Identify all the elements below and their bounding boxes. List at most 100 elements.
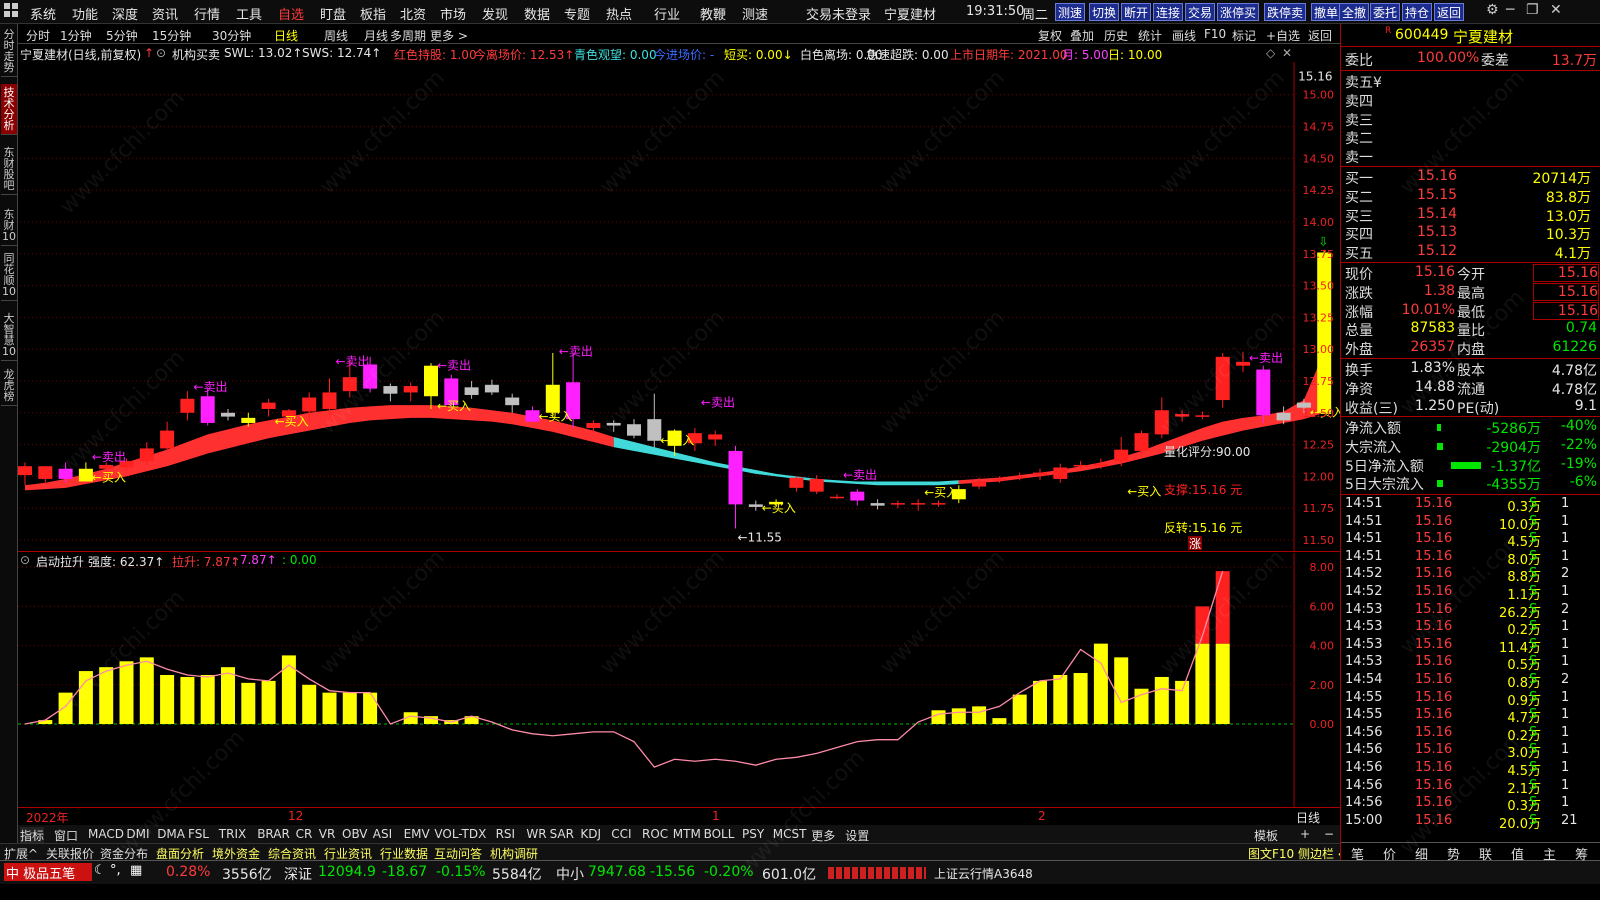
indicator-tab[interactable]: ASI — [373, 827, 392, 841]
period-tab[interactable]: 1分钟 — [60, 27, 92, 44]
quote-panel-tab[interactable]: 主 — [1543, 844, 1556, 863]
chart-tool[interactable]: 历史 — [1104, 27, 1128, 44]
indicator-tab[interactable]: BOLL — [704, 827, 735, 841]
chart-close-icon[interactable]: ✕ — [1282, 46, 1292, 60]
indicator-bar-control[interactable]: 模板 — [1254, 827, 1278, 844]
sz-label[interactable]: 深证 — [284, 864, 312, 884]
stock-name[interactable]: 宁夏建材 — [1453, 26, 1513, 47]
menu-item[interactable]: 自选 — [278, 4, 304, 23]
indicator-tab[interactable]: DMI — [126, 827, 149, 841]
indicator-bar-control[interactable]: + — [1300, 827, 1310, 841]
menu-item[interactable]: 板指 — [360, 4, 386, 23]
chart-tool[interactable]: 画线 — [1172, 27, 1196, 44]
menu-item[interactable]: 资讯 — [152, 4, 178, 23]
app-grid-icon[interactable] — [4, 3, 18, 17]
menu-item[interactable]: 行业 — [654, 4, 680, 23]
restore-icon[interactable]: ❐ — [1526, 2, 1539, 18]
left-tab[interactable]: 东财股吧 — [1, 144, 17, 195]
indicator-tab[interactable]: WR — [526, 827, 546, 841]
zx-label[interactable]: 中小 — [556, 864, 584, 884]
ime-punct-icon[interactable]: °, — [110, 863, 121, 878]
quick-button[interactable]: 撤单 — [1311, 3, 1342, 21]
menu-item[interactable]: 功能 — [72, 4, 98, 23]
menu-item[interactable]: 教鞭 — [700, 4, 726, 23]
indicator-tab[interactable]: OBV — [342, 827, 368, 841]
left-tab[interactable]: 大智慧10 — [1, 310, 17, 361]
left-tab[interactable]: 东财10 — [1, 206, 17, 246]
menu-item[interactable]: 行情 — [194, 4, 220, 23]
close-icon[interactable]: ✕ — [1550, 2, 1562, 18]
indicator-tab[interactable]: BRAR — [257, 827, 290, 841]
menu-item[interactable]: 发现 — [482, 4, 508, 23]
quote-panel-tab[interactable]: 价 — [1383, 844, 1396, 863]
diamond-icon[interactable]: ◇ — [1266, 46, 1275, 60]
indicator-tab[interactable]: PSY — [742, 827, 764, 841]
ime-moon-icon[interactable]: ☾ — [94, 863, 106, 878]
menu-item[interactable]: 深度 — [112, 4, 138, 23]
left-tab[interactable]: 龙虎榜 — [1, 366, 17, 406]
menu-item[interactable]: 系统 — [30, 4, 56, 23]
quick-button[interactable]: 返回 — [1434, 3, 1465, 21]
menu-item[interactable]: 热点 — [606, 4, 632, 23]
left-tab[interactable]: 同花顺10 — [1, 250, 17, 301]
period-tab[interactable]: 更多 > — [430, 27, 468, 44]
indicator-tab[interactable]: SAR — [550, 827, 574, 841]
quote-panel-tab[interactable]: 值 — [1511, 844, 1524, 863]
x-period-label[interactable]: 日线 — [1296, 809, 1320, 826]
quote-panel-tab[interactable]: 势 — [1447, 844, 1460, 863]
trade-login-link[interactable]: 交易未登录 — [806, 4, 871, 23]
chart-tool[interactable]: 复权 — [1038, 27, 1062, 44]
sub-dropdown-icon[interactable]: ⊙ — [20, 553, 30, 567]
chart-tool[interactable]: F10 — [1204, 27, 1226, 41]
buy-level-row[interactable]: 买二 15.15 83.8万 — [1341, 187, 1600, 206]
minimize-icon[interactable]: ─ — [1506, 2, 1514, 18]
quick-button[interactable]: 切换 — [1089, 3, 1120, 21]
indicator-tab[interactable]: KDJ — [580, 827, 601, 841]
candlestick-chart[interactable]: ←卖出 ←买入 ←卖出 ←买入 ←卖出 ←卖出 ←买入 ←买入 ←卖出 ←卖出 ←买入 ←买入 ←卖出 ←… — [18, 62, 1427, 552]
indicator-tab[interactable]: MTM — [673, 827, 701, 841]
period-tab[interactable]: 15分钟 — [152, 27, 191, 44]
stock-name-link[interactable]: 宁夏建材 — [884, 4, 936, 23]
chart-tool[interactable]: 叠加 — [1070, 27, 1094, 44]
menu-item[interactable]: 工具 — [236, 4, 262, 23]
indicator-tab[interactable]: MCST — [773, 827, 807, 841]
chart-tool[interactable]: 统计 — [1138, 27, 1162, 44]
chart-tool[interactable]: 返回 — [1308, 27, 1332, 44]
menu-item[interactable]: 北资 — [400, 4, 426, 23]
indicator-tab[interactable]: 更多 — [811, 827, 835, 844]
ime-indicator[interactable]: 中 极品五笔 — [4, 863, 92, 882]
indicator-bar-control[interactable]: − — [1324, 827, 1334, 841]
indicator-tab[interactable]: CCI — [611, 827, 631, 841]
menu-item[interactable]: 市场 — [440, 4, 466, 23]
settings-icon[interactable]: ⚙ — [1486, 2, 1499, 18]
menu-item[interactable]: 测速 — [742, 4, 768, 23]
dropdown-icon[interactable]: ⊙ — [156, 46, 166, 60]
quote-panel-tab[interactable]: 笔 — [1351, 844, 1364, 863]
buy-level-row[interactable]: 买一 15.16 20714万 — [1341, 168, 1600, 187]
quick-button[interactable]: 全撤 — [1339, 3, 1370, 21]
buy-level-row[interactable]: 买五 15.12 4.1万 — [1341, 243, 1600, 262]
chart-tool[interactable]: 标记 — [1232, 27, 1256, 44]
quick-button[interactable]: 涨停买 — [1217, 3, 1260, 21]
period-tab[interactable]: 5分钟 — [106, 27, 138, 44]
indicator-name[interactable]: 机构买卖 — [172, 46, 220, 63]
left-tab[interactable]: 技术分析 — [1, 84, 17, 135]
cloud-market-label[interactable]: 上证云行情A3648 — [934, 865, 1033, 882]
period-tab[interactable]: 多周期 — [390, 27, 426, 44]
indicator-tab[interactable]: MACD — [88, 827, 124, 841]
indicator-tab[interactable]: VOL-TDX — [434, 827, 486, 841]
sub-indicator-chart[interactable]: 8.00 6.00 4.00 2.00 0.00 ⊙ 启动拉升 强度: 62.37↑ 拉… — [18, 553, 1340, 807]
quote-panel-tab[interactable]: 联 — [1479, 844, 1492, 863]
indicator-tab[interactable]: DMA — [157, 827, 185, 841]
indicator-tab[interactable]: CR — [296, 827, 313, 841]
indicator-tab[interactable]: 窗口 — [54, 827, 78, 844]
period-tab[interactable]: 周线 — [324, 27, 348, 44]
indicator-tab[interactable]: TRIX — [219, 827, 246, 841]
sub-title[interactable]: 启动拉升 — [36, 553, 84, 570]
indicator-tab[interactable]: 指标 — [20, 827, 45, 844]
stock-code[interactable]: 600449 — [1395, 27, 1448, 43]
quick-button[interactable]: 测速 — [1055, 3, 1086, 21]
period-tab[interactable]: 30分钟 — [212, 27, 251, 44]
indicator-tab[interactable]: VR — [319, 827, 336, 841]
quick-button[interactable]: 委托 — [1370, 3, 1401, 21]
